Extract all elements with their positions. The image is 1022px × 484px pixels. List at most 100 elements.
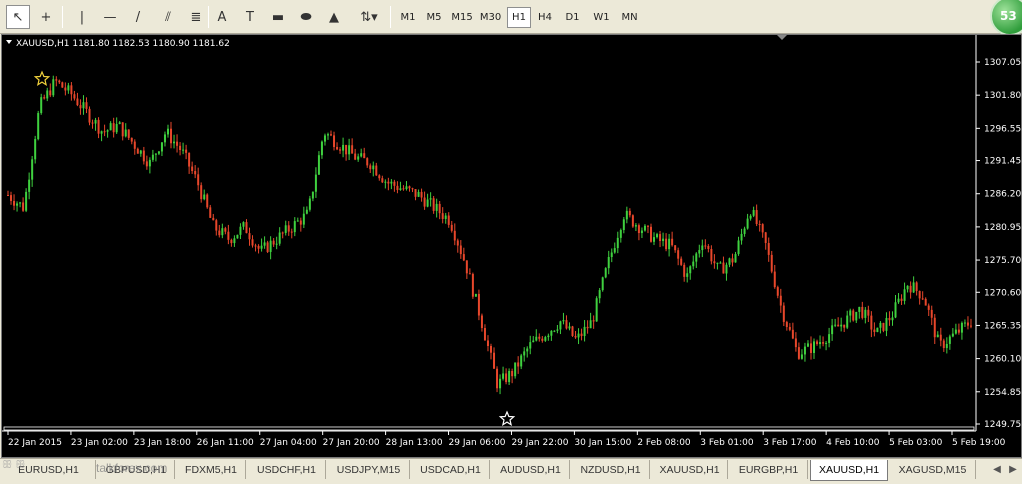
trendline-tool[interactable]: / [126,5,150,29]
candle-body [960,322,963,333]
rectangle-tool[interactable]: ▬ [266,5,290,29]
candle-body [607,256,610,269]
crosshair-tool[interactable]: + [34,5,58,29]
candle-body [538,336,541,339]
vertical-line-tool[interactable]: | [70,5,94,29]
candle-body [855,311,858,321]
candle-body [710,248,713,262]
price-label: 1280.95 [984,223,1021,233]
chart-tab[interactable]: USDCHF,H1 [248,460,326,479]
candle-body [734,254,737,263]
chart-tab[interactable]: FDXM5,H1 [177,460,246,479]
tab-scroll-right-icon[interactable]: ▶ [1006,461,1020,477]
candle-body [662,238,665,241]
horizontal-line-tool[interactable]: — [98,5,122,29]
timeframe-m5-button[interactable]: M5 [422,7,446,28]
timeframe-mn-button[interactable]: MN [617,7,642,28]
candle-body [819,342,822,345]
candle-body [828,334,831,343]
chart-tab[interactable]: EURGBP,H1 [730,460,808,479]
timeframe-m30-button[interactable]: M30 [477,7,504,28]
ellipse-tool[interactable]: ⬬ [294,5,318,29]
timeframe-m1-button[interactable]: M1 [397,7,419,28]
candle-body [185,149,188,153]
chart-window[interactable]: XAUUSD,H1 1181.80 1182.53 1180.90 1181.6… [1,34,1022,458]
candle-body [957,329,960,333]
candle-body [867,309,870,316]
candle-body [182,149,185,151]
candle-body [333,135,336,147]
watermark-logo: ꕥ ꕥ [2,459,26,471]
chart-tab[interactable]: USDCAD,H1 [412,460,490,479]
candle-body [402,188,405,190]
chart-tab[interactable]: XAUUSD,H1 [652,460,728,479]
candle-body [882,322,885,331]
candle-body [317,155,320,175]
price-chart[interactable]: XAUUSD,H1 1181.80 1182.53 1180.90 1181.6… [2,35,1021,457]
candle-body [668,238,671,250]
candle-body [698,250,701,254]
candle-body [432,198,435,211]
candle-body [339,149,342,151]
chart-tab[interactable]: NZDUSD,H1 [572,460,650,479]
chart-scrollbar[interactable] [3,426,975,431]
time-label: 27 Jan 20:00 [323,438,380,448]
chart-tab[interactable]: XAUUSD,H1 [810,460,888,481]
candle-body [163,134,166,143]
candle-body [502,373,505,379]
candle-body [656,234,659,238]
chart-tab[interactable]: USDJPY,M15 [328,460,410,479]
equidistant-channel-tool[interactable]: ⫽ [156,5,180,29]
chart-tab[interactable]: AUDUSD,H1 [492,460,570,479]
candle-body [580,333,583,337]
candle-body [604,268,607,278]
triangle-icon: ▲ [329,9,339,25]
chart-tab[interactable]: XAGUSD,M15 [890,460,976,479]
candle-body [553,330,556,332]
candle-body [541,338,544,341]
timeframe-h4-button[interactable]: H4 [533,7,557,28]
candle-body [493,352,496,369]
candle-body [441,213,444,219]
price-label: 1291.45 [984,157,1021,167]
price-label: 1286.20 [984,190,1021,200]
header-dropdown-icon[interactable] [6,40,12,44]
price-label: 1270.60 [984,288,1021,298]
candle-body [803,346,806,355]
candle-body [903,289,906,301]
candle-body [420,191,423,198]
candle-body [429,198,432,200]
candle-body [677,250,680,259]
arrows-tool[interactable]: ⇅▾ [354,5,384,29]
candle-body [924,298,927,306]
candle-body [148,159,151,167]
candle-body [372,165,375,170]
time-label: 5 Feb 19:00 [952,438,1006,448]
candle-body [215,220,218,231]
timeframe-d1-button[interactable]: D1 [560,7,585,28]
candle-body [514,362,517,377]
timeframe-w1-button[interactable]: W1 [589,7,614,28]
candle-body [532,340,535,343]
candle-body [76,98,79,106]
chart-shift-icon[interactable] [777,35,787,40]
candle-body [381,178,384,183]
candle-body [260,245,263,249]
candle-body [209,207,212,218]
candle-body [320,141,323,156]
notification-badge[interactable]: 53 [990,0,1022,36]
cursor-tool[interactable]: ↖ [6,5,30,29]
tab-scroll-left-icon[interactable]: ◀ [990,461,1004,477]
timeframe-m15-button[interactable]: M15 [449,7,475,28]
text-tool[interactable]: A [210,5,234,29]
candle-body [230,239,233,244]
low-star-icon [498,410,516,426]
timeframe-h1-button[interactable]: H1 [507,7,531,28]
candle-body [915,282,918,291]
candle-body [453,230,456,241]
candle-body [248,233,251,240]
triangle-tool[interactable]: ▲ [322,5,346,29]
candle-body [791,329,794,339]
fibonacci-tool[interactable]: ≣ [184,5,208,29]
text-label-tool[interactable]: T [238,5,262,29]
